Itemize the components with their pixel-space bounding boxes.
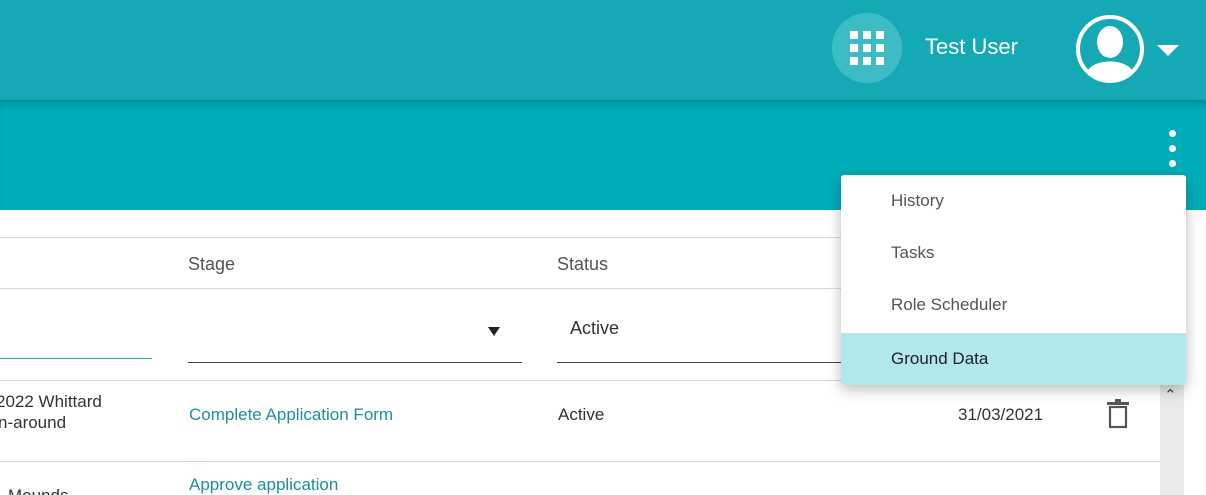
column-header-stage[interactable]: Stage — [188, 254, 235, 275]
row1-date: 31/03/2021 — [958, 405, 1044, 424]
row2-stage-link[interactable]: Approve application — [189, 474, 338, 495]
row1-name-line2: n-around — [0, 413, 67, 432]
user-avatar-icon[interactable] — [1075, 14, 1145, 84]
name-filter-input[interactable] — [0, 358, 152, 359]
app-root: Test User Stage Status Active 2022 Whitt… — [0, 0, 1206, 495]
stage-filter-select[interactable] — [188, 362, 522, 363]
dropdown-arrow-icon[interactable] — [488, 327, 500, 336]
column-header-status[interactable]: Status — [557, 254, 608, 275]
more-vertical-icon[interactable] — [1160, 128, 1184, 172]
top-header-bar: Test User — [0, 0, 1206, 100]
row2-name-line1: Mounds — [8, 485, 68, 495]
menu-item-tasks[interactable]: Tasks — [841, 227, 1186, 279]
apps-grid-button[interactable] — [832, 13, 902, 83]
apps-grid-icon — [850, 31, 884, 65]
menu-item-history[interactable]: History — [841, 175, 1186, 227]
menu-item-ground-data[interactable]: Ground Data — [841, 333, 1186, 385]
status-filter-underline[interactable] — [557, 362, 847, 363]
row1-name-line1: 2022 Whittard — [0, 392, 102, 411]
chevron-up-icon[interactable]: ⌃ — [1164, 386, 1177, 404]
row-divider — [0, 461, 1160, 462]
menu-item-role-scheduler[interactable]: Role Scheduler — [841, 279, 1186, 331]
user-name[interactable]: Test User — [925, 34, 1018, 60]
caret-down-icon[interactable] — [1157, 45, 1179, 56]
more-options-menu: History Tasks Role Scheduler Ground Data — [841, 175, 1186, 385]
status-filter-value[interactable]: Active — [570, 318, 619, 339]
delete-trash-icon[interactable] — [1105, 399, 1131, 429]
row1-status: Active — [558, 405, 605, 424]
row1-stage-link[interactable]: Complete Application Form — [189, 404, 393, 425]
